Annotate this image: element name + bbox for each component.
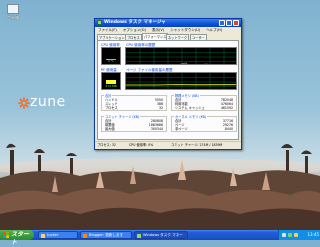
system-tray: 13:45 <box>278 230 320 240</box>
cpu-history-plot <box>126 48 236 64</box>
row-value: 32 <box>158 106 163 110</box>
taskbar-button-task-manager[interactable]: Windows タスク マネー <box>134 231 188 239</box>
tab-performance[interactable]: パフォーマンス <box>142 33 169 40</box>
pf-usage-value: 274 MB <box>105 84 117 88</box>
commit-charge-group: コミット チャージ (KB) 合計 280808 制限値 1883688 最大値… <box>101 114 167 132</box>
taskbar-button-label: Blogger: 更新します <box>89 233 124 237</box>
menu-view[interactable]: 表示(V) <box>152 28 164 32</box>
row-value: 8440 <box>224 127 233 131</box>
recycle-bin-icon <box>7 4 19 14</box>
menu-help[interactable]: ヘルプ(H) <box>206 28 222 32</box>
task-manager-app-icon <box>97 20 102 25</box>
row-key: プロセス <box>105 106 118 110</box>
status-commit: コミット チャージ: 274M / 1839M <box>171 143 223 147</box>
start-button[interactable]: スタート <box>0 230 34 246</box>
status-bar: プロセス: 32 CPU 使用率: 0% コミット チャージ: 274M / 1… <box>95 141 241 149</box>
task-manager-icon <box>137 234 141 238</box>
zune-logo: zune <box>18 94 66 111</box>
pf-history-graph <box>125 72 237 90</box>
row-key: システム キャッシュ <box>175 106 205 110</box>
menu-shutdown[interactable]: シャットダウン(U) <box>170 28 200 32</box>
taskbar-button-tucker[interactable]: tucker <box>38 231 78 239</box>
speaker-icon[interactable] <box>282 233 286 237</box>
totals-group: 合計 ハンドル 5550 スレッド 386 プロセス 32 <box>101 93 167 111</box>
physical-row-cache: システム キャッシュ 461592 <box>175 106 233 110</box>
zune-logo-icon <box>18 97 30 109</box>
recycle-bin-label: ごみ箱 <box>7 15 19 20</box>
start-label: スタート <box>11 231 30 246</box>
status-cpu: CPU 使用率: 0% <box>129 143 154 147</box>
cpu-usage-meter: 0 % <box>101 47 121 65</box>
pf-usage-meter: 274 MB <box>101 72 121 90</box>
status-processes: プロセス: 32 <box>97 143 116 147</box>
pf-history-plot <box>126 73 236 89</box>
commit-row-peak: 最大値 300344 <box>105 127 163 131</box>
window-title: Windows タスク マネージャ <box>104 20 166 25</box>
row-value: 300344 <box>150 127 163 131</box>
minimize-button[interactable] <box>219 20 225 26</box>
cpu-usage-value: 0 % <box>108 59 114 63</box>
row-key: 非ページ <box>175 127 188 131</box>
totals-row-processes: プロセス 32 <box>105 106 163 110</box>
taskbar-button-blogger[interactable]: Blogger: 更新します <box>80 231 132 239</box>
folder-icon <box>41 234 45 238</box>
cpu-history-graph <box>125 47 237 65</box>
menu-options[interactable]: オプション(O) <box>123 28 146 32</box>
windows-flag-icon <box>3 232 9 238</box>
taskbar-button-label: tucker <box>47 233 59 237</box>
title-bar[interactable]: Windows タスク マネージャ <box>95 19 241 27</box>
taskbar-button-label: Windows タスク マネー <box>143 233 183 237</box>
browser-icon <box>83 234 87 238</box>
kernel-row-nonpaged: 非ページ 8440 <box>175 127 233 131</box>
row-value: 461592 <box>220 106 233 110</box>
maximize-button[interactable] <box>226 20 232 26</box>
task-manager-window[interactable]: Windows タスク マネージャ ファイル(F) オプション(O) 表示(V)… <box>94 18 242 150</box>
network-icon[interactable] <box>288 233 292 237</box>
recycle-bin-desktop-icon[interactable]: ごみ箱 <box>3 4 23 21</box>
kernel-memory-group: カーネル メモリ (KB) 合計 37716 ページ 29276 非ページ 84… <box>171 114 237 132</box>
taskbar: スタート tucker Blogger: 更新します Windows タスク マ… <box>0 230 320 246</box>
row-key: 最大値 <box>105 127 115 131</box>
menu-file[interactable]: ファイル(F) <box>98 28 117 32</box>
close-button[interactable] <box>233 20 239 26</box>
security-icon[interactable] <box>294 233 298 237</box>
physical-memory-group: 物理メモリ (KB) 合計 782048 利用可能 476064 システム キャ… <box>171 93 237 111</box>
zune-wordmark: zune <box>30 94 66 110</box>
clock[interactable]: 13:45 <box>307 230 319 240</box>
performance-panel: CPU 使用率 CPU 使用率の履歴 0 % PF 使用量 ページ ファイル使用… <box>97 40 239 140</box>
